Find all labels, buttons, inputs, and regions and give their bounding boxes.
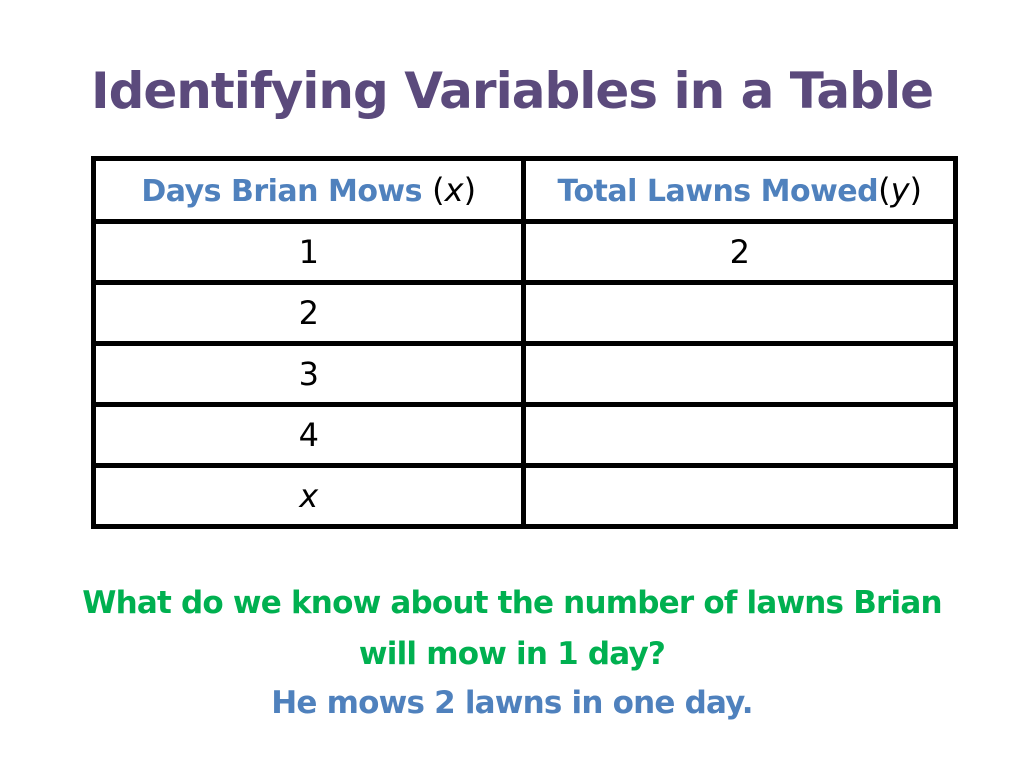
cell-days: 1 <box>90 219 527 285</box>
cell-days: x <box>90 463 527 529</box>
cell-lawns: 2 <box>521 219 958 285</box>
question-line-1: What do we know about the number of lawn… <box>82 585 942 621</box>
cell-lawns <box>521 463 958 529</box>
header-days-var: (x) <box>422 171 477 209</box>
table-row: x <box>90 463 958 529</box>
header-lawns-label: Total Lawns Mowed <box>557 174 879 209</box>
header-days-label: Days Brian Mows <box>141 174 422 209</box>
table-row: 4 <box>90 402 958 468</box>
question-line-2: will mow in 1 day? <box>358 636 666 672</box>
answer-text: He mows 2 lawns in one day. <box>271 685 753 721</box>
variables-table: Days Brian Mows (x) Total Lawns Mowed(y)… <box>90 156 958 529</box>
table-row: 1 2 <box>90 219 958 285</box>
cell-days: 4 <box>90 402 527 468</box>
cell-days: 3 <box>90 341 527 407</box>
header-lawns: Total Lawns Mowed(y) <box>521 156 958 224</box>
header-days: Days Brian Mows (x) <box>90 156 527 224</box>
cell-lawns <box>521 280 958 346</box>
table-header-row: Days Brian Mows (x) Total Lawns Mowed(y) <box>90 156 958 224</box>
table-row: 2 <box>90 280 958 346</box>
cell-lawns <box>521 402 958 468</box>
cell-days: 2 <box>90 280 527 346</box>
table-row: 3 <box>90 341 958 407</box>
header-lawns-var: (y) <box>878 171 923 209</box>
cell-lawns <box>521 341 958 407</box>
slide-title: Identifying Variables in a Table <box>91 62 934 120</box>
